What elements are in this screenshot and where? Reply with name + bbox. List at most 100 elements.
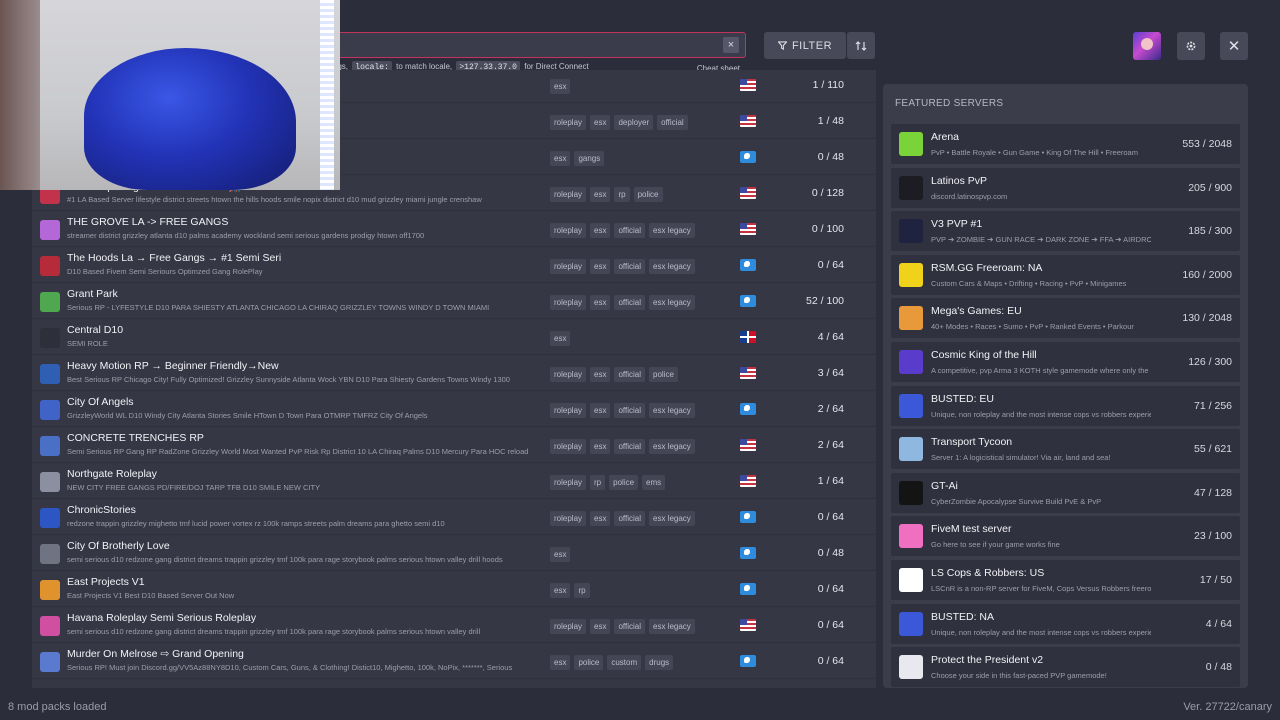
server-tag[interactable]: official — [614, 259, 645, 274]
server-row[interactable]: Northgate Roleplay NEW CITY FREE GANGS PD… — [32, 464, 876, 499]
clear-search-button[interactable]: × — [723, 37, 739, 53]
server-tag[interactable]: roleplay — [550, 619, 587, 634]
player-count: 0 / 64 — [817, 511, 844, 523]
close-button[interactable]: ✕ — [1220, 32, 1248, 60]
server-tag[interactable]: roleplay — [550, 115, 587, 130]
server-tag[interactable]: esx — [550, 583, 571, 598]
featured-server-row[interactable]: RSM.GG Freeroam: NA Custom Cars & Maps • … — [891, 254, 1240, 295]
server-row[interactable]: ChronicStories redzone trappin grizzley m… — [32, 500, 876, 535]
server-row[interactable]: Central D10 SEMI ROLE esx 4 / 64 — [32, 320, 876, 355]
server-tag[interactable]: esx — [550, 151, 571, 166]
server-tag[interactable]: roleplay — [550, 475, 587, 490]
server-row[interactable]: THE GROVE LA -> FREE GANGS streamer distr… — [32, 212, 876, 247]
server-tag[interactable]: police — [609, 475, 639, 490]
server-row[interactable]: The Hoods La → Free Gangs → #1 Semi Seri… — [32, 248, 876, 283]
featured-server-row[interactable]: BUSTED: NA Unique, non roleplay and the m… — [891, 603, 1240, 644]
server-row[interactable]: Havana Roleplay Semi Serious Roleplay sem… — [32, 608, 876, 643]
featured-server-row[interactable]: Cosmic King of the Hill A competitive, pv… — [891, 342, 1240, 382]
featured-server-name: Latinos PvP — [931, 174, 988, 187]
filter-button[interactable]: FILTER — [764, 32, 846, 59]
server-row[interactable]: City Of Brotherly Love semi serious d10 r… — [32, 536, 876, 571]
featured-server-row[interactable]: GT-Ai CyberZombie Apocalypse Survive Buil… — [891, 472, 1240, 513]
server-tag[interactable]: esx — [550, 79, 571, 94]
sort-button[interactable] — [847, 32, 875, 59]
featured-server-row[interactable]: Transport Tycoon Server 1: A logicistical… — [891, 429, 1240, 470]
server-tag[interactable]: rp — [614, 187, 630, 202]
featured-server-name: Transport Tycoon — [931, 436, 1013, 449]
server-tag[interactable]: esx legacy — [649, 259, 695, 274]
server-tag[interactable]: roleplay — [550, 511, 587, 526]
featured-server-row[interactable]: Protect the President v2 Choose your side… — [891, 647, 1240, 688]
server-tag[interactable]: police — [649, 367, 678, 382]
server-tag[interactable]: official — [614, 403, 645, 418]
server-tag[interactable]: esx — [590, 511, 611, 526]
server-tag[interactable]: roleplay — [550, 295, 587, 310]
server-tag[interactable]: official — [614, 223, 645, 238]
server-tag[interactable]: esx — [590, 115, 611, 130]
server-tag[interactable]: rp — [590, 475, 606, 490]
server-tag[interactable]: esx legacy — [649, 295, 695, 310]
server-row[interactable]: Grant Park Serious RP - LYFESTYLE D10 PAR… — [32, 284, 876, 319]
server-row[interactable]: CONCRETE TRENCHES RP Semi Serious RP Gang… — [32, 428, 876, 463]
server-name: Grant Park — [67, 288, 118, 300]
server-tag[interactable]: official — [657, 115, 688, 130]
server-tag[interactable]: esx legacy — [649, 619, 695, 634]
player-count: 2 / 64 — [817, 439, 844, 451]
server-tag[interactable]: official — [614, 367, 645, 382]
server-tag[interactable]: esx — [590, 187, 611, 202]
search-input[interactable] — [301, 33, 745, 57]
server-tag[interactable]: esx — [590, 619, 611, 634]
featured-player-count: 23 / 100 — [1194, 530, 1232, 543]
server-tag[interactable]: esx — [550, 331, 571, 346]
server-tag[interactable]: official — [614, 295, 645, 310]
featured-server-row[interactable]: Mega's Games: EU 40+ Modes • Races • Sumo… — [891, 298, 1240, 339]
featured-server-row[interactable]: V3 PVP #1 PVP ➔ ZOMBIE ➔ GUN RACE ➔ DARK … — [891, 211, 1240, 252]
server-tag[interactable]: roleplay — [550, 223, 587, 238]
featured-server-row[interactable]: FiveM test server Go here to see if your … — [891, 516, 1240, 557]
server-tag[interactable]: esx legacy — [649, 511, 695, 526]
server-tag[interactable]: esx — [550, 547, 571, 562]
server-description: East Projects V1 Best D10 Based Server O… — [67, 591, 235, 600]
featured-server-row[interactable]: LS Cops & Robbers: US LSCnR is a non-RP s… — [891, 560, 1240, 600]
server-tag[interactable]: roleplay — [550, 187, 587, 202]
settings-button[interactable] — [1177, 32, 1205, 60]
server-tag[interactable]: esx — [590, 439, 611, 454]
server-tag[interactable]: esx — [590, 223, 611, 238]
server-tag[interactable]: police — [633, 187, 663, 202]
featured-server-name: RSM.GG Freeroam: NA — [931, 261, 1043, 274]
server-icon — [40, 472, 60, 492]
server-tag[interactable]: esx legacy — [649, 223, 695, 238]
server-tag[interactable]: gangs — [574, 151, 605, 166]
server-tag[interactable]: ems — [642, 475, 666, 490]
server-tag[interactable]: official — [614, 439, 645, 454]
server-tag[interactable]: esx — [590, 295, 611, 310]
server-tag[interactable]: esx legacy — [649, 439, 695, 454]
server-tag[interactable]: official — [614, 619, 645, 634]
server-tag[interactable]: esx — [590, 367, 611, 382]
featured-server-row[interactable]: BUSTED: EU Unique, non roleplay and the m… — [891, 385, 1240, 426]
featured-server-name: BUSTED: NA — [931, 610, 995, 623]
server-row[interactable]: Murder On Melrose ⇨ Grand Opening Serious… — [32, 644, 876, 679]
server-tag[interactable]: custom — [607, 655, 642, 670]
server-row[interactable]: City Of Angels GrizzleyWorld WL D10 Windy… — [32, 392, 876, 427]
server-tag[interactable]: esx — [590, 403, 611, 418]
server-tag[interactable]: roleplay — [550, 403, 587, 418]
server-tag[interactable]: official — [614, 511, 645, 526]
server-row[interactable]: Heavy Motion RP → Beginner Friendly→New B… — [32, 356, 876, 391]
player-count: 0 / 128 — [811, 187, 844, 199]
server-tag[interactable]: police — [574, 655, 604, 670]
search-box[interactable]: × — [300, 32, 746, 58]
server-tag[interactable]: esx — [550, 655, 571, 670]
server-tag[interactable]: drugs — [645, 655, 674, 670]
featured-server-row[interactable]: Latinos PvP discord.latinospvp.com 205 / 9… — [891, 167, 1240, 208]
server-tag[interactable]: roleplay — [550, 259, 587, 274]
server-tag[interactable]: esx legacy — [649, 403, 695, 418]
featured-server-row[interactable]: Arena PvP • Battle Royale • Gun Game • Ki… — [891, 124, 1240, 164]
server-tag[interactable]: roleplay — [550, 367, 587, 382]
avatar[interactable] — [1133, 32, 1161, 60]
server-tag[interactable]: esx — [590, 259, 611, 274]
server-tag[interactable]: roleplay — [550, 439, 587, 454]
server-tag[interactable]: rp — [574, 583, 590, 598]
server-tag[interactable]: deployer — [614, 115, 654, 130]
server-row[interactable]: East Projects V1 East Projects V1 Best D1… — [32, 572, 876, 607]
